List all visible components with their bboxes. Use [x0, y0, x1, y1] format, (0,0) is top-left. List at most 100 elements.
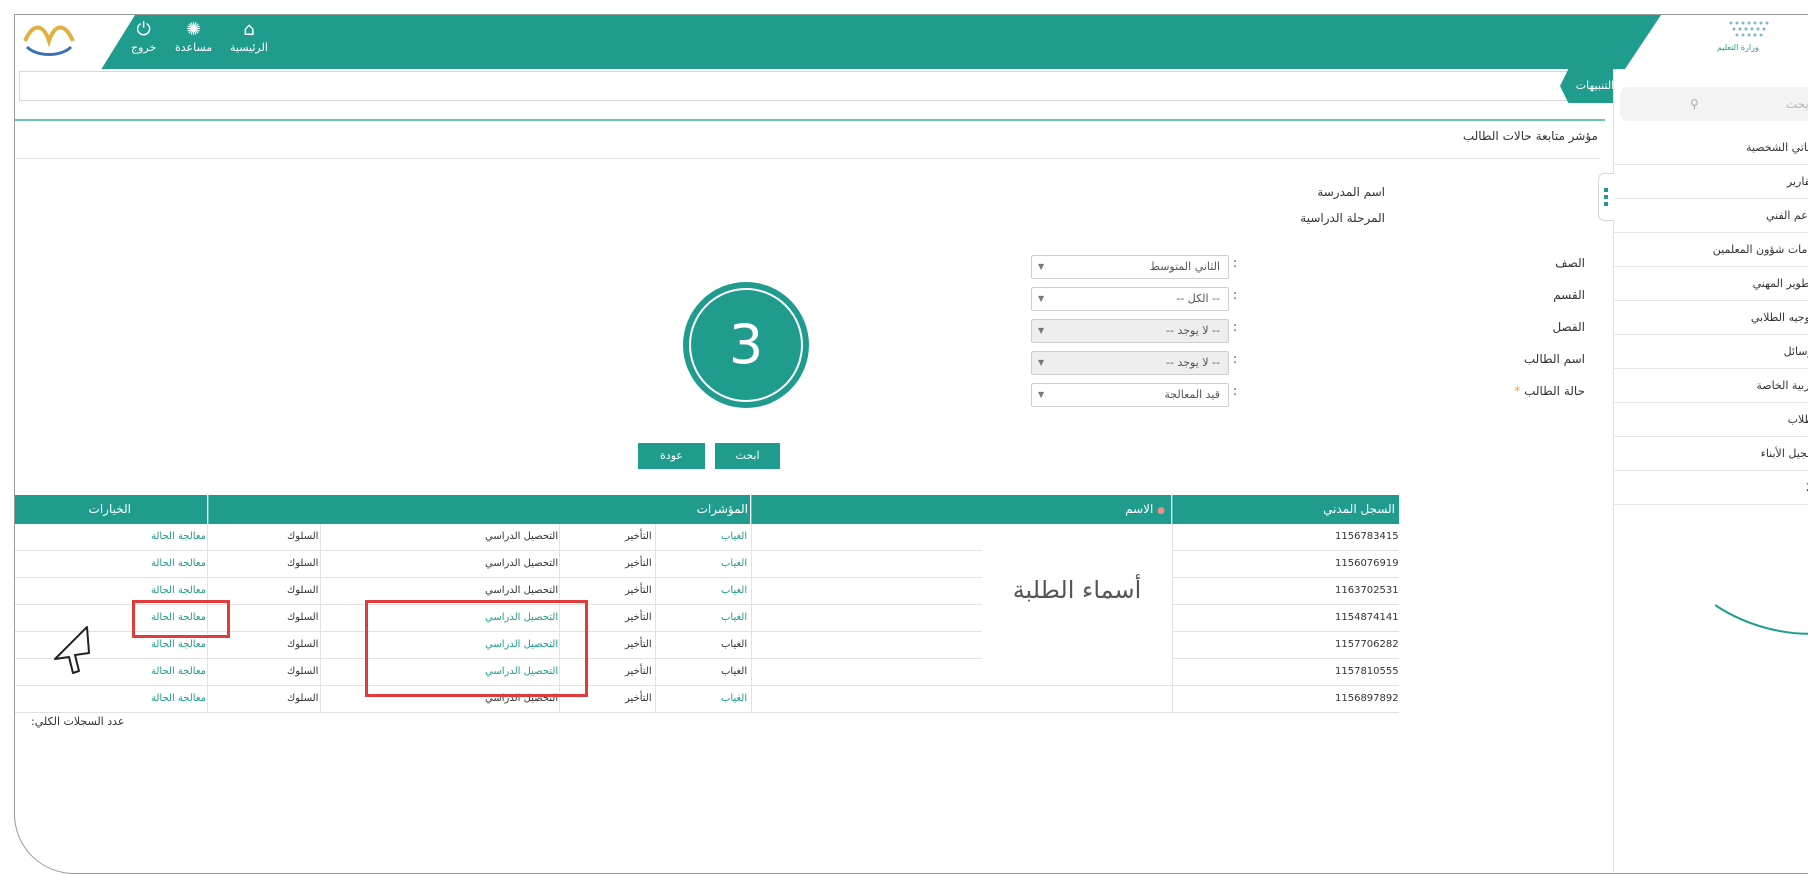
- civil-record-cell: 1157706282: [1335, 639, 1399, 650]
- behavior-cell: السلوك: [287, 612, 319, 623]
- sidebar-item-special-ed[interactable]: التربية الخاصة: [1614, 369, 1808, 403]
- collapse-handle[interactable]: [1598, 173, 1614, 221]
- process-case-link[interactable]: معالجة الحالة: [151, 550, 206, 577]
- sidebar-item-development[interactable]: التطوير المهني: [1614, 267, 1808, 301]
- column-header-civil-record: السجل المدني: [1172, 495, 1399, 524]
- column-header-name[interactable]: الاسم ●: [751, 495, 1171, 524]
- decorative-curve-icon: [1715, 604, 1808, 635]
- row-divider: [15, 550, 1399, 551]
- student-status-select[interactable]: قيد المعالجة ▼: [1031, 383, 1229, 407]
- civil-record-cell: 1154874141: [1335, 612, 1399, 623]
- sidebar-item-label: خدمات شؤون المعلمين: [1712, 243, 1808, 256]
- total-records-label: عدد السجلات الكلي:: [31, 715, 125, 728]
- process-case-link[interactable]: معالجة الحالة: [151, 523, 206, 550]
- step-number: 3: [728, 313, 764, 376]
- behavior-cell: السلوك: [287, 531, 319, 542]
- column-header-options: الخيارات: [15, 495, 207, 524]
- top-header: ⌂ الرئيسية ✺ مساعدة ⏻ خروج وزارة التعليم: [15, 15, 1808, 69]
- stage-label: المرحلة الدراسية: [1300, 211, 1385, 225]
- column-header-indicators: المؤشرات: [208, 495, 750, 524]
- noor-logo: [15, 15, 135, 69]
- civil-record-cell: 1156783415: [1335, 531, 1399, 542]
- row-divider: [15, 685, 1399, 686]
- chevron-down-icon: ▼: [1038, 358, 1045, 367]
- class-select[interactable]: -- لا يوجد -- ▼: [1031, 319, 1229, 343]
- sidebar-item-count[interactable]: 29: [1614, 471, 1808, 505]
- column-header-name-label: الاسم: [1125, 502, 1154, 516]
- nav-home[interactable]: ⌂ الرئيسية: [230, 19, 268, 54]
- section-divider: [15, 119, 1605, 121]
- grade-select-value: الثاني المتوسط: [1149, 260, 1220, 273]
- absence-link[interactable]: الغياب: [721, 604, 747, 631]
- process-case-link[interactable]: معالجة الحالة: [151, 658, 206, 685]
- sidebar-item-reports[interactable]: التقارير: [1614, 165, 1808, 199]
- noor-logo-icon: [23, 25, 75, 56]
- absence-cell: الغياب: [721, 639, 748, 650]
- lateness-cell: التأخير: [625, 639, 652, 650]
- sidebar-item-label: التقارير: [1786, 175, 1808, 188]
- class-select-value: -- لا يوجد --: [1166, 324, 1220, 337]
- absence-link[interactable]: الغياب: [721, 523, 747, 550]
- behavior-cell: السلوك: [287, 558, 319, 569]
- absence-cell: الغياب: [721, 666, 748, 677]
- colon: :: [1233, 288, 1238, 302]
- nav-logout[interactable]: ⏻ خروج: [131, 19, 156, 54]
- sidebar-item-label: تسجيل الأبناء: [1760, 447, 1808, 460]
- highlight-achievement-box: [365, 600, 588, 697]
- moe-logo-text: وزارة التعليم: [1717, 43, 1759, 52]
- civil-record-cell: 1156897892: [1335, 693, 1399, 704]
- grade-select[interactable]: الثاني المتوسط ▼: [1031, 255, 1229, 279]
- class-label: الفصل: [1552, 320, 1585, 334]
- sidebar-search-input[interactable]: ⚲ ابحث: [1620, 87, 1808, 121]
- back-button[interactable]: عودة: [638, 443, 705, 469]
- student-name-label: اسم الطالب: [1523, 352, 1585, 366]
- lateness-cell: التأخير: [625, 693, 652, 704]
- nav-help[interactable]: ✺ مساعدة: [175, 19, 212, 54]
- behavior-cell: السلوك: [287, 639, 319, 650]
- nav-help-label: مساعدة: [175, 41, 213, 54]
- chevron-down-icon: ▼: [1038, 326, 1045, 335]
- civil-record-cell: 1156076919: [1335, 558, 1399, 569]
- behavior-cell: السلوك: [287, 693, 319, 704]
- student-status-select-value: قيد المعالجة: [1164, 388, 1220, 401]
- student-names-overlay: أسماء الطلبة: [982, 550, 1172, 660]
- chevron-down-icon: ▼: [1038, 294, 1045, 303]
- lateness-cell: التأخير: [625, 612, 652, 623]
- section-select[interactable]: -- الكل -- ▼: [1031, 287, 1229, 311]
- sidebar-item-enrollment[interactable]: تسجيل الأبناء: [1614, 437, 1808, 471]
- behavior-cell: السلوك: [287, 585, 319, 596]
- sort-icon: ●: [1157, 506, 1165, 516]
- colon: :: [1233, 320, 1238, 334]
- absence-link[interactable]: الغياب: [721, 577, 747, 604]
- search-icon: ⚲: [1690, 97, 1699, 111]
- sidebar-item-support[interactable]: الدعم الفني: [1614, 199, 1808, 233]
- step-number-badge: 3: [683, 282, 809, 408]
- process-case-link[interactable]: معالجة الحالة: [151, 685, 206, 712]
- chevron-down-icon: ▼: [1038, 390, 1045, 399]
- lateness-cell: التأخير: [625, 666, 652, 677]
- grade-label: الصف: [1555, 256, 1585, 270]
- search-button[interactable]: ابحث: [715, 443, 780, 469]
- absence-link[interactable]: الغياب: [721, 685, 747, 712]
- highlight-process-case-box: [132, 600, 230, 638]
- absence-link[interactable]: الغياب: [721, 550, 747, 577]
- student-name-select[interactable]: -- لا يوجد -- ▼: [1031, 351, 1229, 375]
- search-placeholder: ابحث: [1785, 97, 1808, 111]
- achievement-cell: التحصيل الدراسي: [485, 558, 559, 569]
- sidebar-item-profile[interactable]: بياناتي الشخصية: [1614, 131, 1808, 165]
- civil-record-cell: 1157810555: [1335, 666, 1399, 677]
- sidebar-item-teachers[interactable]: خدمات شؤون المعلمين: [1614, 233, 1808, 267]
- sidebar-item-messages[interactable]: الرسائل: [1614, 335, 1808, 369]
- lateness-cell: التأخير: [625, 558, 652, 569]
- sidebar-item-guidance[interactable]: التوجيه الطلابي: [1614, 301, 1808, 335]
- sidebar-item-label: التوجيه الطلابي: [1750, 311, 1808, 324]
- home-icon: ⌂: [243, 19, 255, 40]
- alerts-bar: [19, 71, 1594, 101]
- achievement-cell: التحصيل الدراسي: [485, 531, 559, 542]
- student-status-label: * حالة الطالب: [1385, 384, 1585, 398]
- section-select-value: -- الكل --: [1176, 292, 1220, 305]
- lateness-cell: التأخير: [625, 585, 652, 596]
- sidebar-item-students[interactable]: الطلاب: [1614, 403, 1808, 437]
- gear-icon: ✺: [186, 19, 202, 40]
- colon: :: [1233, 352, 1238, 366]
